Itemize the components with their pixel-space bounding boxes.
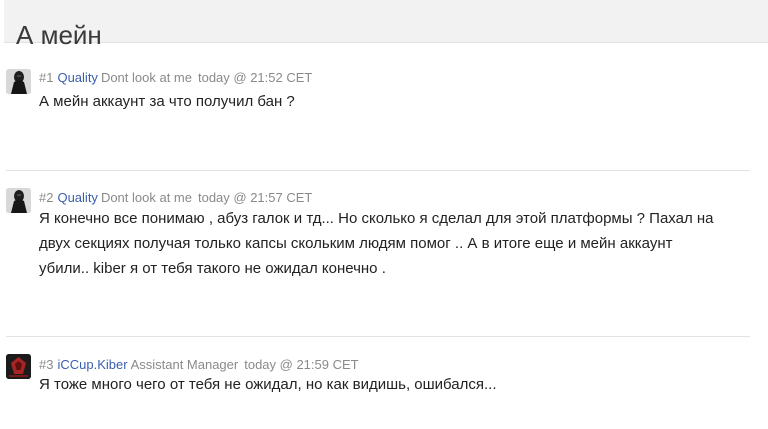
post-user-title: Assistant Manager <box>130 357 239 372</box>
topic-header: А мейн <box>4 0 768 50</box>
forum-topic-page: А мейн #1 Quality Dont look at me today @ 2… <box>0 0 768 429</box>
dark-figure-avatar-icon[interactable] <box>6 69 31 94</box>
post-body-line: Я конечно все понимаю , абуз галок и тд.… <box>39 210 714 227</box>
post-meta: #1 Quality Dont look at me today @ 21:52 CE… <box>39 70 312 86</box>
post-author-link[interactable]: Quality <box>57 70 97 85</box>
post-user-title: Dont look at me <box>100 190 192 205</box>
post-user-title: Dont look at me <box>100 70 192 85</box>
topic-title: А мейн <box>16 20 102 51</box>
post-number[interactable]: #2 <box>39 190 53 205</box>
post-body: Я конечно все понимаю , абуз галок и тд.… <box>39 206 761 281</box>
post-number[interactable]: #1 <box>39 70 53 85</box>
post-timestamp: today @ 21:59 CET <box>244 357 359 372</box>
post-body-line: двух секциях получая только капсы скольк… <box>39 235 673 252</box>
red-emblem-avatar-icon[interactable] <box>6 354 31 379</box>
post-body: А мейн аккаунт за что получил бан ? <box>39 93 295 110</box>
post-timestamp: today @ 21:52 CET <box>197 70 313 85</box>
post-author-link[interactable]: Quality <box>57 190 97 205</box>
post-timestamp: today @ 21:57 CET <box>197 190 313 205</box>
post-author-link[interactable]: iCCup.Kiber <box>57 357 127 372</box>
dark-figure-avatar-icon[interactable] <box>6 188 31 213</box>
post-divider <box>6 336 750 337</box>
post-meta: #2 Quality Dont look at me today @ 21:57 CE… <box>39 190 312 206</box>
post-meta: #3 iCCup.Kiber Assistant Manager today @ 21… <box>39 357 359 373</box>
post-divider <box>6 170 750 171</box>
post-body: Я тоже много чего от тебя не ожидал, но … <box>39 376 497 393</box>
post-body-line: убили.. kiber я от тебя такого не ожидал… <box>39 260 386 277</box>
post-number[interactable]: #3 <box>39 357 53 372</box>
